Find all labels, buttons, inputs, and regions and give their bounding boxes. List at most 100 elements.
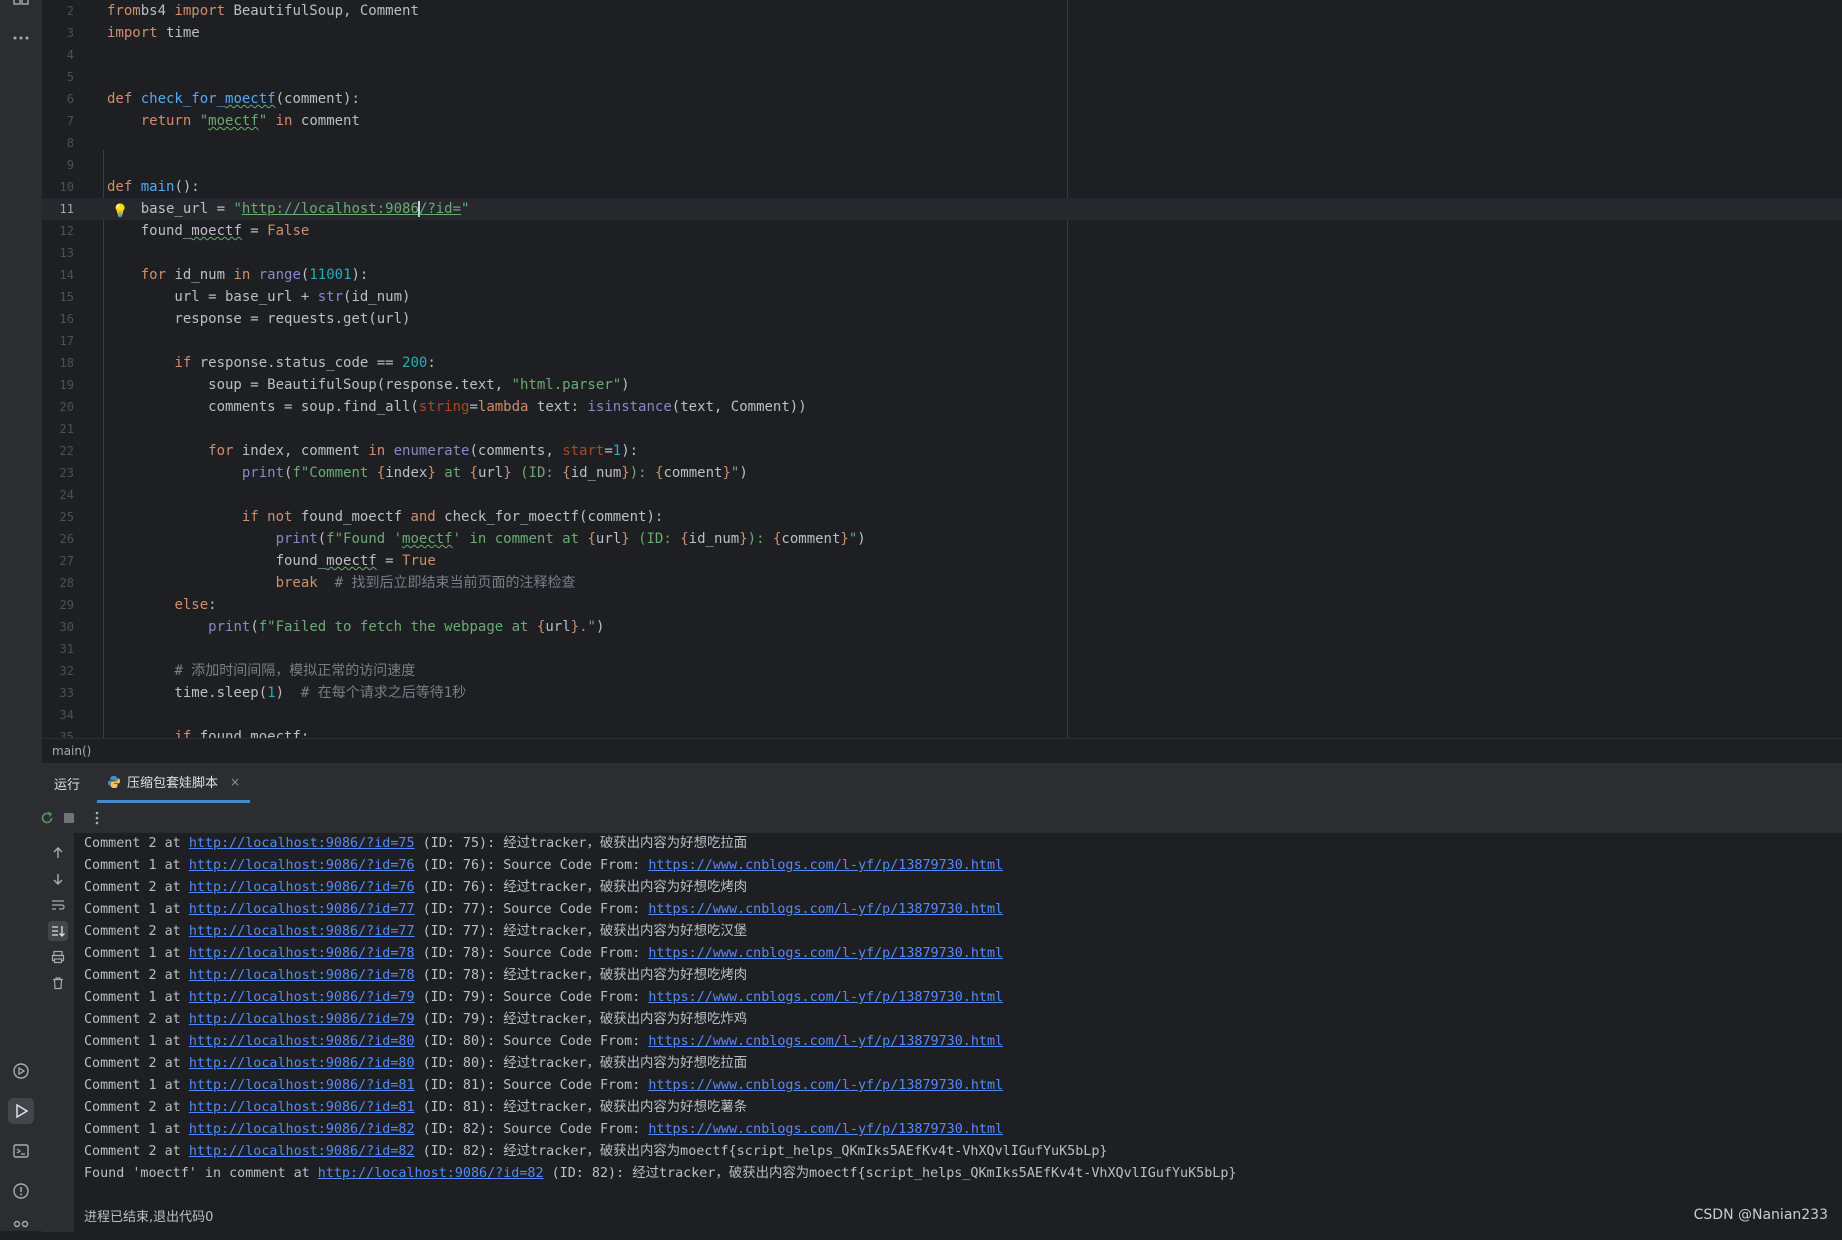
console-link[interactable]: http://localhost:9086/?id=79 xyxy=(189,990,415,1005)
breadcrumb-item[interactable]: main() xyxy=(52,744,91,758)
code-line[interactable]: 28 break # 找到后立即结束当前页面的注释检查 xyxy=(42,572,1842,594)
code-line[interactable]: 35 if found_moectf: xyxy=(42,726,1842,738)
line-number[interactable]: 29 xyxy=(42,594,74,616)
source-link[interactable]: https://www.cnblogs.com/l-yf/p/13879730.… xyxy=(648,946,1003,961)
code-line[interactable]: 18 if response.status_code == 200: xyxy=(42,352,1842,374)
line-number[interactable]: 31 xyxy=(42,638,74,660)
terminal-icon[interactable] xyxy=(8,1138,34,1164)
line-number[interactable]: 26 xyxy=(42,528,74,550)
console-link[interactable]: http://localhost:9086/?id=76 xyxy=(189,880,415,895)
scroll-to-end-icon[interactable] xyxy=(48,921,68,941)
line-number[interactable]: 20 xyxy=(42,396,74,418)
code-line[interactable]: 16 response = requests.get(url) xyxy=(42,308,1842,330)
source-link[interactable]: https://www.cnblogs.com/l-yf/p/13879730.… xyxy=(648,1034,1003,1049)
line-number[interactable]: 35 xyxy=(42,726,74,738)
code-line[interactable]: 20 comments = soup.find_all(string=lambd… xyxy=(42,396,1842,418)
line-number[interactable]: 28 xyxy=(42,572,74,594)
line-number[interactable]: 34 xyxy=(42,704,74,726)
console-output[interactable]: Comment 2 at http://localhost:9086/?id=7… xyxy=(74,833,1842,1232)
line-number[interactable]: 6 xyxy=(42,88,74,110)
code-line[interactable]: 5 xyxy=(42,66,1842,88)
code-line[interactable]: 8 xyxy=(42,132,1842,154)
line-number[interactable]: 17 xyxy=(42,330,74,352)
code-line[interactable]: 10 def main(): xyxy=(42,176,1842,198)
line-number[interactable]: 12 xyxy=(42,220,74,242)
code-line[interactable]: 25 if not found_moectf and check_for_moe… xyxy=(42,506,1842,528)
more-tools-icon[interactable] xyxy=(8,25,34,51)
line-number[interactable]: 8 xyxy=(42,132,74,154)
console-link[interactable]: http://localhost:9086/?id=78 xyxy=(189,968,415,983)
code-line[interactable]: 34 xyxy=(42,704,1842,726)
console-link[interactable]: http://localhost:9086/?id=80 xyxy=(189,1034,415,1049)
line-number[interactable]: 3 xyxy=(42,22,74,44)
print-icon[interactable] xyxy=(48,947,68,967)
code-line[interactable]: 27 found_moectf = True xyxy=(42,550,1842,572)
structure-icon[interactable] xyxy=(8,0,34,18)
scroll-down-icon[interactable] xyxy=(48,869,68,889)
stop-icon[interactable] xyxy=(61,810,77,826)
console-link[interactable]: http://localhost:9086/?id=78 xyxy=(189,946,415,961)
line-number[interactable]: 7 xyxy=(42,110,74,132)
console-link[interactable]: http://localhost:9086/?id=75 xyxy=(189,836,415,851)
line-number[interactable]: 5 xyxy=(42,66,74,88)
line-number[interactable]: 22 xyxy=(42,440,74,462)
more-options-icon[interactable] xyxy=(89,810,105,826)
code-line[interactable]: 29 else: xyxy=(42,594,1842,616)
code-line[interactable]: 23 print(f"Comment {index} at {url} (ID:… xyxy=(42,462,1842,484)
code-line[interactable]: 11 💡 base_url = "http://localhost:9086/?i… xyxy=(42,198,1842,220)
code-line[interactable]: 19 soup = BeautifulSoup(response.text, "… xyxy=(42,374,1842,396)
code-line[interactable]: 17 xyxy=(42,330,1842,352)
services-icon[interactable] xyxy=(8,1058,34,1084)
console-link[interactable]: http://localhost:9086/?id=79 xyxy=(189,1012,415,1027)
line-number[interactable]: 27 xyxy=(42,550,74,572)
console-link[interactable]: http://localhost:9086/?id=81 xyxy=(189,1100,415,1115)
line-number[interactable]: 2 xyxy=(42,0,74,22)
code-line[interactable]: 12 found_moectf = False xyxy=(42,220,1842,242)
line-number[interactable]: 14 xyxy=(42,264,74,286)
source-link[interactable]: https://www.cnblogs.com/l-yf/p/13879730.… xyxy=(648,902,1003,917)
line-number[interactable]: 15 xyxy=(42,286,74,308)
scroll-up-icon[interactable] xyxy=(48,843,68,863)
code-line[interactable]: 31 xyxy=(42,638,1842,660)
line-number[interactable]: 18 xyxy=(42,352,74,374)
source-link[interactable]: https://www.cnblogs.com/l-yf/p/13879730.… xyxy=(648,858,1003,873)
rerun-icon[interactable] xyxy=(39,810,55,826)
code-editor[interactable]: 2 frombs4 import BeautifulSoup, Comment 3 i… xyxy=(42,0,1842,738)
source-link[interactable]: https://www.cnblogs.com/l-yf/p/13879730.… xyxy=(648,990,1003,1005)
code-lines[interactable]: 2 frombs4 import BeautifulSoup, Comment 3 i… xyxy=(42,0,1842,738)
code-line[interactable]: 24 xyxy=(42,484,1842,506)
line-number[interactable]: 32 xyxy=(42,660,74,682)
code-line[interactable]: 30 print(f"Failed to fetch the webpage a… xyxy=(42,616,1842,638)
line-number[interactable]: 24 xyxy=(42,484,74,506)
code-line[interactable]: 13 xyxy=(42,242,1842,264)
close-tab-icon[interactable]: × xyxy=(230,775,240,789)
line-number[interactable]: 19 xyxy=(42,374,74,396)
line-number[interactable]: 30 xyxy=(42,616,74,638)
console-link[interactable]: http://localhost:9086/?id=76 xyxy=(189,858,415,873)
code-line[interactable]: 26 print(f"Found 'moectf' in comment at … xyxy=(42,528,1842,550)
line-number[interactable]: 13 xyxy=(42,242,74,264)
code-line[interactable]: 6 def check_for_moectf(comment): xyxy=(42,88,1842,110)
soft-wrap-icon[interactable] xyxy=(48,895,68,915)
code-line[interactable]: 22 for index, comment in enumerate(comme… xyxy=(42,440,1842,462)
code-line[interactable]: 9 xyxy=(42,154,1842,176)
line-number[interactable]: 11 xyxy=(42,198,74,220)
line-number[interactable]: 21 xyxy=(42,418,74,440)
console-link[interactable]: http://localhost:9086/?id=82 xyxy=(189,1122,415,1137)
line-number[interactable]: 4 xyxy=(42,44,74,66)
line-number[interactable]: 33 xyxy=(42,682,74,704)
console-link[interactable]: http://localhost:9086/?id=77 xyxy=(189,924,415,939)
source-link[interactable]: https://www.cnblogs.com/l-yf/p/13879730.… xyxy=(648,1078,1003,1093)
code-line[interactable]: 33 time.sleep(1) # 在每个请求之后等待1秒 xyxy=(42,682,1842,704)
line-number[interactable]: 9 xyxy=(42,154,74,176)
problems-icon[interactable] xyxy=(8,1178,34,1204)
code-line[interactable]: 2 frombs4 import BeautifulSoup, Comment xyxy=(42,0,1842,22)
console-link[interactable]: http://localhost:9086/?id=82 xyxy=(318,1166,544,1181)
run-icon[interactable] xyxy=(8,1098,34,1124)
code-line[interactable]: 7 return "moectf" in comment xyxy=(42,110,1842,132)
code-line[interactable]: 15 url = base_url + str(id_num) xyxy=(42,286,1842,308)
console-link[interactable]: http://localhost:9086/?id=82 xyxy=(189,1144,415,1159)
console-link[interactable]: http://localhost:9086/?id=80 xyxy=(189,1056,415,1071)
console-link[interactable]: http://localhost:9086/?id=77 xyxy=(189,902,415,917)
trash-icon[interactable] xyxy=(48,973,68,993)
